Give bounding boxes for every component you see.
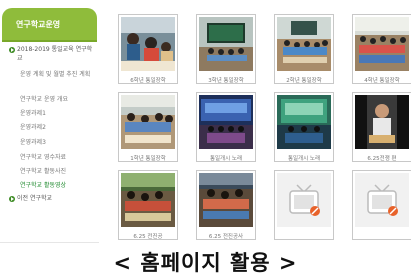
sidebar-item-plan[interactable]: 운영 계획 및 월별 추진 계획 [20,70,96,79]
video-thumbnail[interactable] [355,17,409,71]
sidebar-item-unification-school[interactable]: 2018-2019 통일교육 연구학교 [17,45,97,63]
tv-placeholder-icon [277,173,331,227]
no-thumbnail-placeholder[interactable] [355,173,409,227]
sidebar: 연구학교운영 2018-2019 통일교육 연구학교 운영 계획 및 월별 추진… [0,0,99,243]
sidebar-item-overview[interactable]: 연구학교 운영 개요 [20,95,96,104]
video-thumbnail[interactable] [277,95,331,149]
sidebar-item-materials[interactable]: 연구학교 영수자료 [20,153,96,162]
video-thumbnail[interactable] [277,17,331,71]
gallery-tile[interactable]: 6.25전쟁 편 [352,92,411,162]
tile-caption: 통일개시 노래 [287,156,321,162]
sidebar-item-task3[interactable]: 운영과제3 [20,138,96,147]
tile-caption: 6.25 전진공사 [208,234,244,240]
gallery-tile[interactable]: 2학년 통일장학 [274,14,334,84]
gallery-tile[interactable]: 통일개시 노래 [196,92,256,162]
gallery-tile[interactable]: 통일개시 노래 [274,92,334,162]
gallery-tile[interactable]: 3학년 통일장학 [196,14,256,84]
sidebar-header: 연구학교운영 [2,8,97,40]
sidebar-item-photos[interactable]: 연구학교 활동사진 [20,167,96,176]
gallery-tile[interactable] [352,170,411,240]
gallery-tile[interactable]: 6학년 통일장학 [118,14,178,84]
tile-caption: 2학년 통일장학 [286,78,322,84]
video-thumbnail[interactable] [355,95,409,149]
video-thumbnail[interactable] [199,17,253,71]
tile-caption: 6.25전쟁 편 [367,156,397,162]
tile-caption: 4학년 통일장학 [364,78,400,84]
gallery-tile[interactable] [274,170,334,240]
gallery-tile[interactable]: 4학년 통일장학 [352,14,411,84]
gallery-tile[interactable]: 6.25 전진공사 [196,170,256,240]
image-caption: < 홈페이지 활용 > [113,251,298,275]
menu-bullet-icon [9,47,15,53]
video-gallery: 6학년 통일장학 3학년 통일장학 2학년 통일장학 4학년 통일장학 1학년 … [99,0,411,243]
video-thumbnail[interactable] [121,95,175,149]
sidebar-item-previous-schools[interactable]: 이전 연구학교 [17,194,97,203]
tile-caption: 6.25 전진공 [133,234,163,240]
tile-caption: 통일개시 노래 [209,156,243,162]
tile-caption: 1학년 통일장학 [130,156,166,162]
video-thumbnail[interactable] [199,173,253,227]
gallery-tile[interactable]: 1학년 통일장학 [118,92,178,162]
no-thumbnail-placeholder[interactable] [277,173,331,227]
sidebar-item-videos[interactable]: 연구학교 활동영상 [20,181,96,190]
video-thumbnail[interactable] [121,17,175,71]
tile-caption: 6학년 통일장학 [130,78,166,84]
gallery-tile[interactable]: 6.25 전진공 [118,170,178,240]
tile-caption: 3학년 통일장학 [208,78,244,84]
video-thumbnail[interactable] [199,95,253,149]
tv-placeholder-icon [355,173,409,227]
video-thumbnail[interactable] [121,173,175,227]
sidebar-item-task1[interactable]: 운영과제1 [20,109,96,118]
sidebar-item-task2[interactable]: 운영과제2 [20,123,96,132]
sidebar-divider [2,40,97,42]
menu-bullet-icon [9,196,15,202]
sidebar-title: 연구학교운영 [16,20,61,29]
screenshot-area: 연구학교운영 2018-2019 통일교육 연구학교 운영 계획 및 월별 추진… [0,0,411,243]
